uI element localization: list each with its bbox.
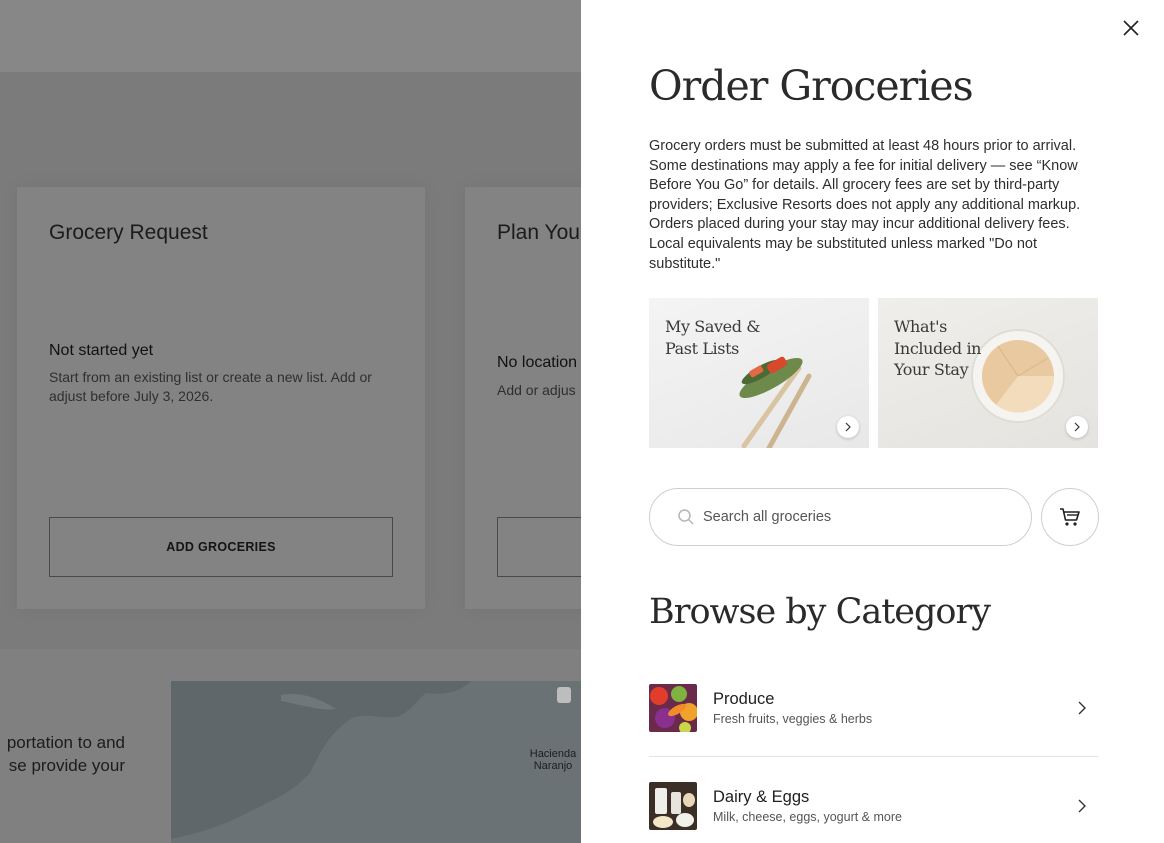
- promo-title: What's Included in Your Stay: [894, 317, 982, 379]
- dairy-thumbnail: [649, 781, 697, 830]
- category-dairy-eggs[interactable]: Dairy & Eggs Milk, cheese, eggs, yogurt …: [649, 757, 1098, 843]
- included-in-stay-promo-card[interactable]: What's Included in Your Stay: [878, 298, 1098, 448]
- map[interactable]: Hacienda Naranjo: [171, 681, 601, 843]
- drawer-title: Order Groceries: [649, 62, 974, 110]
- grocery-request-card: Grocery Request Not started yet Start fr…: [17, 187, 425, 609]
- category-description: Fresh fruits, veggies & herbs: [713, 712, 873, 726]
- promo-title: My Saved & Past Lists: [665, 317, 761, 358]
- drawer-intro-text: Grocery orders must be submitted at leas…: [649, 138, 1081, 272]
- card-title: Plan You: [497, 221, 580, 244]
- search-input[interactable]: [703, 509, 1003, 525]
- chevron-right-icon: [1078, 701, 1086, 715]
- order-groceries-drawer: Order Groceries Grocery orders must be s…: [581, 0, 1164, 843]
- close-icon: [1123, 20, 1139, 36]
- cart-icon: [1060, 508, 1080, 526]
- category-name: Produce: [713, 690, 775, 708]
- saved-lists-promo-card[interactable]: My Saved & Past Lists: [649, 298, 869, 448]
- search-icon: [678, 509, 694, 525]
- category-name: Dairy & Eggs: [713, 787, 810, 806]
- transport-text-content: portation to and se provide your: [6, 733, 125, 775]
- promo-arrow-button[interactable]: [837, 416, 859, 438]
- card-description: Start from an existing list or create a …: [49, 369, 372, 404]
- transport-text: portation to and se provide your: [0, 731, 125, 777]
- dairy-image: [649, 781, 697, 830]
- close-button[interactable]: [1121, 18, 1141, 38]
- category-text: Produce Fresh fruits, veggies & herbs: [713, 690, 1074, 726]
- map-pin-icon[interactable]: [557, 687, 571, 703]
- chevron-right-icon: [845, 422, 851, 432]
- add-groceries-button[interactable]: ADD GROCERIES: [49, 517, 393, 577]
- card-status: Not started yet: [49, 342, 154, 359]
- browse-category-title: Browse by Category: [649, 592, 991, 632]
- search-box[interactable]: [649, 488, 1032, 546]
- category-description: Milk, cheese, eggs, yogurt & more: [713, 809, 902, 824]
- map-location-label: Hacienda Naranjo: [529, 748, 577, 772]
- card-title: Grocery Request: [49, 221, 208, 244]
- promo-arrow-button[interactable]: [1066, 416, 1088, 438]
- chevron-right-icon: [1078, 799, 1086, 812]
- cart-button[interactable]: [1041, 488, 1099, 546]
- category-produce[interactable]: Produce Fresh fruits, veggies & herbs: [649, 660, 1098, 757]
- produce-thumbnail: [649, 684, 697, 732]
- produce-image: [649, 684, 697, 732]
- chevron-right-icon: [1074, 422, 1080, 432]
- category-text: Dairy & Eggs Milk, cheese, eggs, yogurt …: [713, 788, 1074, 824]
- card-status: No location: [497, 354, 578, 371]
